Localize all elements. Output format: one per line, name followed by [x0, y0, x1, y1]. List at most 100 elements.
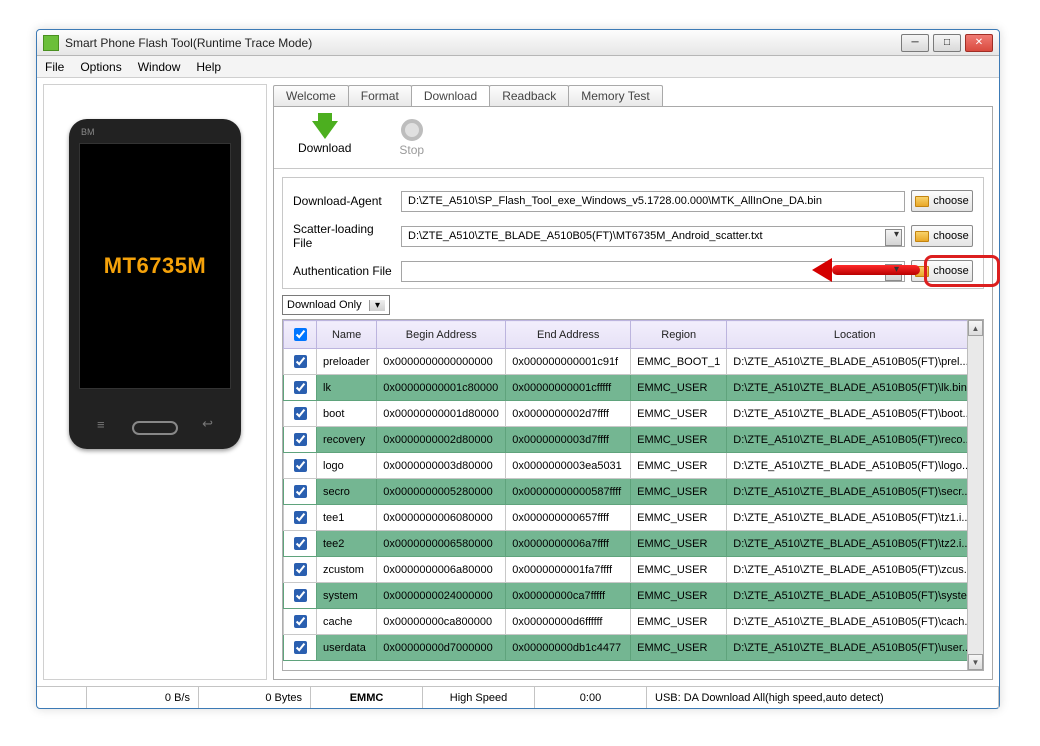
row-location: D:\ZTE_A510\ZTE_BLADE_A510B05(FT)\tz2.i.… — [727, 531, 983, 557]
col-end[interactable]: End Address — [506, 321, 631, 349]
row-region: EMMC_USER — [631, 635, 727, 661]
table-row[interactable]: lk0x00000000001c800000x00000000001cfffff… — [284, 375, 983, 401]
row-region: EMMC_USER — [631, 427, 727, 453]
minimize-button[interactable]: ─ — [901, 34, 929, 52]
row-region: EMMC_USER — [631, 375, 727, 401]
row-check[interactable] — [284, 635, 317, 661]
row-begin: 0x0000000024000000 — [377, 583, 506, 609]
col-begin[interactable]: Begin Address — [377, 321, 506, 349]
menu-file[interactable]: File — [45, 60, 64, 74]
choose-agent-button[interactable]: choose — [911, 190, 973, 212]
tab-format[interactable]: Format — [348, 85, 412, 106]
tab-welcome[interactable]: Welcome — [273, 85, 349, 106]
row-name: tee1 — [317, 505, 377, 531]
row-check[interactable] — [284, 557, 317, 583]
row-location: D:\ZTE_A510\ZTE_BLADE_A510B05(FT)\secr..… — [727, 479, 983, 505]
close-button[interactable]: ✕ — [965, 34, 993, 52]
row-begin: 0x0000000002d80000 — [377, 427, 506, 453]
stop-icon — [401, 119, 423, 141]
row-check[interactable] — [284, 505, 317, 531]
row-check[interactable] — [284, 609, 317, 635]
stop-button[interactable]: Stop — [399, 119, 424, 157]
row-check[interactable] — [284, 427, 317, 453]
row-location: D:\ZTE_A510\ZTE_BLADE_A510B05(FT)\logo..… — [727, 453, 983, 479]
row-name: recovery — [317, 427, 377, 453]
table-row[interactable]: logo0x0000000003d800000x0000000003ea5031… — [284, 453, 983, 479]
table-row[interactable]: system0x00000000240000000x00000000ca7fff… — [284, 583, 983, 609]
app-icon — [43, 35, 59, 51]
download-agent-input[interactable]: D:\ZTE_A510\SP_Flash_Tool_exe_Windows_v5… — [401, 191, 905, 212]
device-preview-panel: BM MT6735M ≡ ↩ — [43, 84, 267, 680]
check-all[interactable] — [294, 328, 307, 341]
maximize-button[interactable]: □ — [933, 34, 961, 52]
menu-window[interactable]: Window — [138, 60, 181, 74]
table-row[interactable]: secro0x00000000052800000x00000000000587f… — [284, 479, 983, 505]
col-name[interactable]: Name — [317, 321, 377, 349]
row-location: D:\ZTE_A510\ZTE_BLADE_A510B05(FT)\reco..… — [727, 427, 983, 453]
tab-readback[interactable]: Readback — [489, 85, 569, 106]
scroll-up-icon[interactable]: ▲ — [968, 320, 983, 336]
download-mode-select[interactable]: Download Only — [282, 295, 390, 315]
row-begin: 0x0000000006a80000 — [377, 557, 506, 583]
row-region: EMMC_USER — [631, 505, 727, 531]
table-row[interactable]: userdata0x00000000d70000000x00000000db1c… — [284, 635, 983, 661]
choose-scatter-button[interactable]: choose — [911, 225, 973, 247]
tab-download[interactable]: Download — [411, 85, 490, 106]
row-location: D:\ZTE_A510\ZTE_BLADE_A510B05(FT)\user..… — [727, 635, 983, 661]
table-row[interactable]: tee10x00000000060800000x000000000657ffff… — [284, 505, 983, 531]
col-check[interactable] — [284, 321, 317, 349]
row-begin: 0x0000000005280000 — [377, 479, 506, 505]
download-arrow-icon — [312, 121, 338, 139]
table-row[interactable]: boot0x00000000001d800000x0000000002d7fff… — [284, 401, 983, 427]
table-row[interactable]: tee20x00000000065800000x0000000006a7ffff… — [284, 531, 983, 557]
download-button[interactable]: Download — [298, 121, 351, 155]
row-location: D:\ZTE_A510\ZTE_BLADE_A510B05(FT)\zcus..… — [727, 557, 983, 583]
scatter-file-label: Scatter-loading File — [293, 222, 395, 250]
row-name: tee2 — [317, 531, 377, 557]
row-location: D:\ZTE_A510\ZTE_BLADE_A510B05(FT)\boot..… — [727, 401, 983, 427]
table-row[interactable]: cache0x00000000ca8000000x00000000d6fffff… — [284, 609, 983, 635]
row-begin: 0x0000000003d80000 — [377, 453, 506, 479]
table-row[interactable]: recovery0x0000000002d800000x0000000003d7… — [284, 427, 983, 453]
scroll-down-icon[interactable]: ▼ — [968, 654, 983, 670]
row-check[interactable] — [284, 349, 317, 375]
row-name: userdata — [317, 635, 377, 661]
row-name: cache — [317, 609, 377, 635]
row-name: system — [317, 583, 377, 609]
vertical-scrollbar[interactable]: ▲ ▼ — [967, 320, 983, 670]
row-check[interactable] — [284, 401, 317, 427]
table-row[interactable]: preloader0x00000000000000000x00000000000… — [284, 349, 983, 375]
choose-auth-button[interactable]: choose — [911, 260, 973, 282]
main-window: Smart Phone Flash Tool(Runtime Trace Mod… — [36, 29, 1000, 709]
menu-bar: File Options Window Help — [37, 56, 999, 78]
menu-options[interactable]: Options — [80, 60, 121, 74]
row-begin: 0x00000000001d80000 — [377, 401, 506, 427]
tab-memory-test[interactable]: Memory Test — [568, 85, 662, 106]
download-label: Download — [298, 141, 351, 155]
row-end: 0x00000000001cfffff — [506, 375, 631, 401]
row-region: EMMC_USER — [631, 453, 727, 479]
auth-file-input[interactable] — [401, 261, 905, 282]
scatter-file-input[interactable]: D:\ZTE_A510\ZTE_BLADE_A510B05(FT)\MT6735… — [401, 226, 905, 247]
status-speed: High Speed — [423, 687, 535, 708]
phone-mockup: BM MT6735M ≡ ↩ — [69, 119, 241, 449]
row-location: D:\ZTE_A510\ZTE_BLADE_A510B05(FT)\cach..… — [727, 609, 983, 635]
status-storage: EMMC — [311, 687, 423, 708]
row-begin: 0x0000000006080000 — [377, 505, 506, 531]
status-usb: USB: DA Download All(high speed,auto det… — [647, 687, 999, 708]
menu-help[interactable]: Help — [196, 60, 221, 74]
row-check[interactable] — [284, 375, 317, 401]
row-check[interactable] — [284, 479, 317, 505]
col-region[interactable]: Region — [631, 321, 727, 349]
row-end: 0x0000000003ea5031 — [506, 453, 631, 479]
col-location[interactable]: Location — [727, 321, 983, 349]
row-check[interactable] — [284, 531, 317, 557]
row-begin: 0x00000000ca800000 — [377, 609, 506, 635]
row-name: preloader — [317, 349, 377, 375]
row-check[interactable] — [284, 453, 317, 479]
download-agent-label: Download-Agent — [293, 194, 395, 208]
table-row[interactable]: zcustom0x0000000006a800000x0000000001fa7… — [284, 557, 983, 583]
row-check[interactable] — [284, 583, 317, 609]
row-name: secro — [317, 479, 377, 505]
row-end: 0x0000000002d7ffff — [506, 401, 631, 427]
